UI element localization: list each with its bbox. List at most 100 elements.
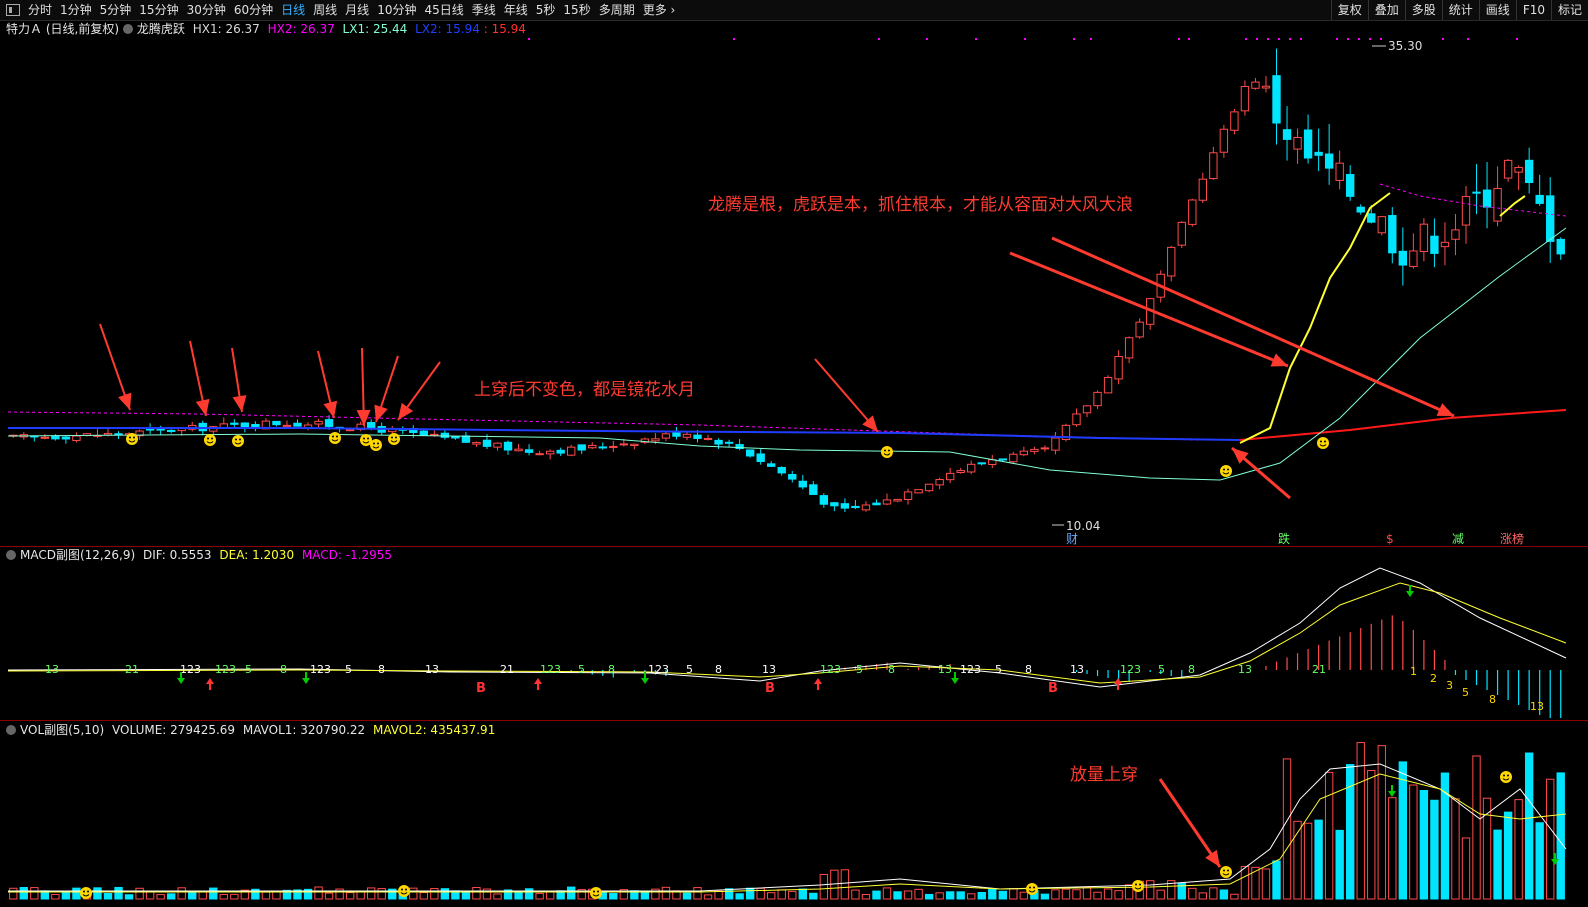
price-chart[interactable]: 35.30 10.04财 跌 $ 减 涨榜	[0, 38, 1588, 546]
candle-body	[166, 429, 176, 432]
period-tab[interactable]: 15秒	[559, 0, 594, 20]
smiley-icon	[398, 885, 410, 897]
candle-body	[1019, 450, 1029, 456]
candle-body	[967, 463, 976, 473]
vol-title[interactable]: VOL副图(5,10)	[20, 723, 104, 737]
candle-body	[1167, 246, 1176, 277]
volume-bar	[682, 892, 692, 900]
toolbar-button[interactable]: 复权	[1330, 0, 1368, 20]
red-line	[1239, 409, 1567, 441]
volume-bar	[124, 894, 134, 900]
toolbar-button[interactable]: 标记	[1550, 0, 1588, 20]
period-tab[interactable]: 分时	[24, 0, 56, 20]
macd-count-label: 8	[888, 663, 895, 676]
macd-count-label: 123	[180, 663, 201, 676]
candle-body	[1051, 437, 1060, 451]
volume-bar	[945, 891, 955, 900]
volume-bar	[103, 893, 113, 900]
signal-dot	[1380, 38, 1382, 40]
volume-chart[interactable]	[0, 739, 1588, 907]
signal-dot	[1336, 38, 1338, 40]
smiley-eye	[401, 888, 403, 891]
smiley-eye	[373, 442, 375, 445]
volume-bar	[461, 892, 471, 900]
candle-body	[293, 422, 302, 427]
period-tab[interactable]: 15分钟	[135, 0, 182, 20]
toolbar-button[interactable]: 多股	[1404, 0, 1442, 20]
toolbar-button[interactable]: 叠加	[1367, 0, 1405, 20]
main-panel-header: 特力Ａ (日线,前复权) 龙腾虎跃 HX1: 26.37 HX2: 26.37 …	[6, 21, 526, 37]
macd-count-label: 13	[762, 663, 776, 676]
period-tab[interactable]: 月线	[341, 0, 373, 20]
candle-body	[798, 480, 807, 488]
period-tab[interactable]: 1分钟	[56, 0, 96, 20]
period-tab[interactable]: 年线	[500, 0, 532, 20]
period-tab[interactable]: 5秒	[532, 0, 560, 20]
volume-bar	[9, 887, 18, 900]
candle-body	[1030, 448, 1039, 452]
macd-buy-label: B	[765, 681, 775, 696]
indicator-settings-icon[interactable]	[122, 24, 133, 34]
smiley-eye	[1135, 883, 1137, 886]
toolbar-button[interactable]: 画线	[1478, 0, 1516, 20]
smiley-icon	[388, 433, 400, 445]
indicator-name[interactable]: 龙腾虎跃	[137, 22, 185, 36]
candle-body	[1198, 178, 1208, 201]
down-arrow-icon	[1388, 785, 1396, 797]
smiley-eye	[888, 449, 890, 452]
candle-body	[1556, 238, 1565, 255]
smiley-eye	[129, 436, 131, 439]
period-tab[interactable]: 周线	[309, 0, 341, 20]
smiley-eye	[83, 890, 85, 893]
smiley-eye	[1223, 468, 1225, 471]
volume-bar	[1114, 890, 1123, 900]
volume-bar	[788, 890, 797, 900]
period-tab[interactable]: 45日线	[420, 0, 467, 20]
volume-bar	[1145, 880, 1155, 900]
period-tab[interactable]: 多周期	[595, 0, 639, 20]
layout-toggle-icon[interactable]	[6, 4, 20, 16]
volume-bar	[219, 894, 228, 900]
candle-body	[882, 499, 892, 505]
volume-bar	[1419, 790, 1429, 900]
candle-body	[72, 435, 81, 441]
candle-body	[1261, 85, 1271, 89]
candle-body	[314, 420, 323, 425]
macd-chart[interactable]: 13 21 123 123 5 8 123 5 8 13 21 123 5 8 123 5 8 13 123 5 8 13…	[0, 563, 1588, 719]
toolbar-button[interactable]: 统计	[1441, 0, 1479, 20]
period-tab[interactable]: 日线	[277, 0, 309, 20]
candle-body	[366, 421, 376, 429]
down-arrow-icon	[302, 672, 310, 684]
signal-dot	[1267, 38, 1269, 40]
candle-body	[1219, 128, 1229, 153]
macd-settings-icon[interactable]	[6, 550, 16, 560]
macd-count-label: 5	[578, 663, 585, 676]
smiley-eye	[1227, 468, 1229, 471]
candle-body	[682, 433, 692, 438]
smiley-icon	[370, 439, 382, 451]
period-tab[interactable]: 5分钟	[96, 0, 136, 20]
volume-bar	[409, 887, 418, 900]
signal-dot	[1467, 38, 1469, 40]
volume-bar	[1272, 860, 1281, 900]
volume-bar	[1314, 819, 1323, 900]
vol-mavol1: MAVOL1: 320790.22	[242, 723, 366, 737]
volume-bar	[1430, 799, 1439, 900]
period-tab[interactable]: 10分钟	[373, 0, 420, 20]
volume-bar	[756, 887, 765, 900]
toolbar-button[interactable]: F10	[1515, 0, 1551, 20]
macd-title[interactable]: MACD副图(12,26,9)	[20, 548, 135, 562]
volume-bar	[198, 890, 207, 900]
arrow-head	[1205, 849, 1220, 867]
volume-bar	[661, 886, 671, 900]
period-tab[interactable]: 30分钟	[183, 0, 230, 20]
smiley-icon	[590, 887, 602, 899]
period-tab[interactable]: 60分钟	[230, 0, 277, 20]
vol-settings-icon[interactable]	[6, 725, 16, 735]
period-tab[interactable]: 季线	[468, 0, 500, 20]
period-tab[interactable]: 更多 ›	[639, 0, 680, 20]
candle-body	[114, 433, 123, 436]
volume-bar	[924, 893, 934, 900]
vol-panel-header: VOL副图(5,10) VOLUME: 279425.69 MAVOL1: 32…	[6, 722, 495, 738]
smiley-eye	[391, 436, 393, 439]
